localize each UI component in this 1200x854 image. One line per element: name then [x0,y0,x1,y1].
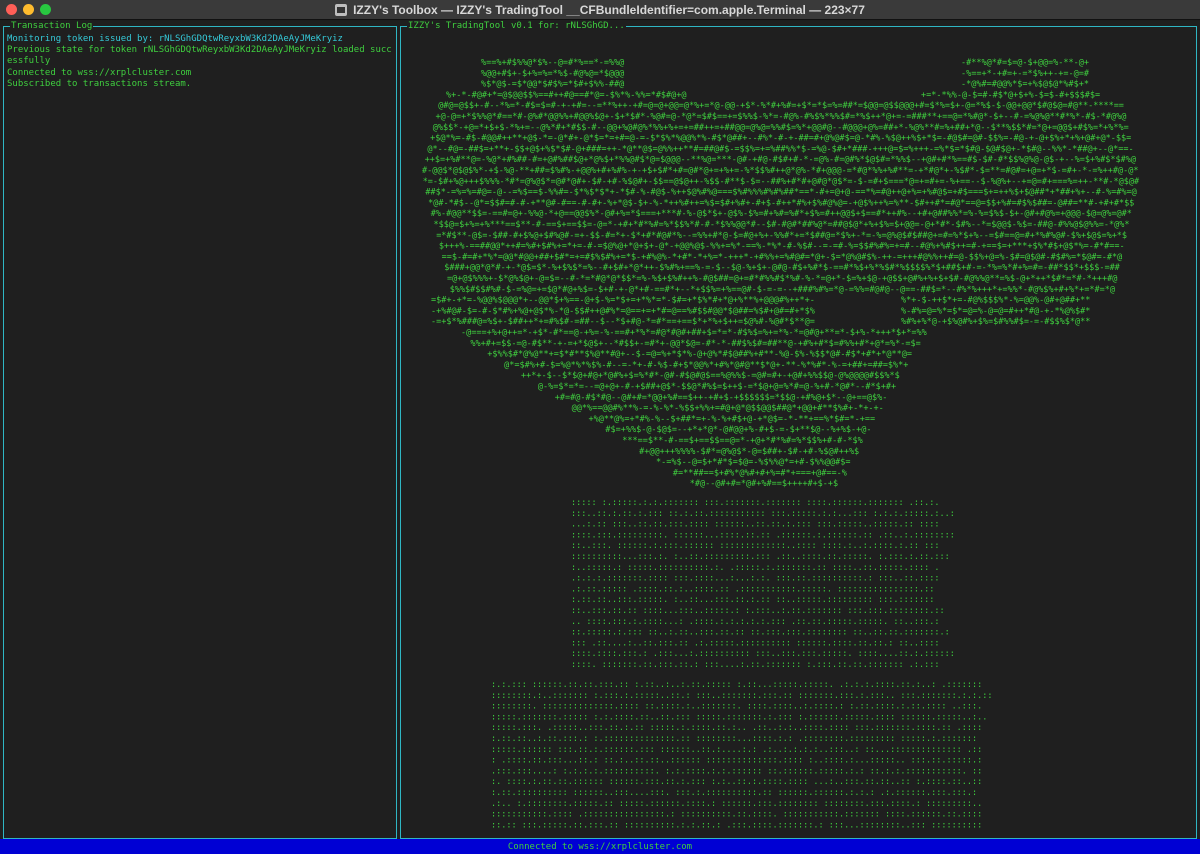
ascii-art-row: :.:.::: ::::::.::.::.:::.:: :.::..:..:.:… [491,680,982,690]
window-title-bar[interactable]: IZZY's Toolbox — IZZY's TradingTool __CF… [0,0,1200,20]
ascii-art-row: *=-$#+%@+++$%%%-*#*=@%@$*=@#*@#+-$#-+#-%… [423,177,1140,187]
log-line: Monitoring token issued by: rNLSGhGDQtwR… [7,34,343,44]
ascii-art-row: =*#$**-@$=-$##-#+$%@+$#%@#-=+-$$-#=*+-$*… [436,231,1127,241]
ascii-art-row: : .::::.::.:::...::.: ::.:..::.::..:::::… [491,756,982,766]
ascii-art-row: @%$$*-+@=*+$+$-*%+=--@%*#+*#$$-#--@@+%@#… [433,123,1129,133]
ascii-art-row: -#**%@*#=$=@-$+@@=%-**-@+ [961,58,1089,68]
ascii-art-row: +=*-*%%-@-$=#-#$*@+$+%-$=$-#+$$$#$= [921,90,1100,100]
ascii-art-row: ::::::::.:..::::::: :.:::.:.:::::..::.: … [491,691,993,701]
ascii-art-row: #%-#@@**$$=-==#=@+-%%@-*+@==@@$%*-@#+%=*… [431,209,1132,219]
ascii-art-row: :::::.:::::: :::.::.:.::::::.::: ::::::.… [491,745,982,755]
ascii-art-row: %+-*-#@#+*=@$@@$$%==#++#@==#*@=-$%*%-%%=… [446,90,687,100]
ascii-art-area: %==%+#$%%@*$%--@=#*%==*-=%%@ -#**%@*#=$=@… [401,27,1196,838]
ascii-art-row: :::..::.:.::.:.::: ::.:.::.::::::::::: :… [571,509,955,519]
ascii-art-row: ::.:: :::.:::::.::.:::.:: ::::::::::.:.:… [491,820,982,830]
ascii-art-row: =@+@$%%%+-$*@%$@+-@=$=--#-*=*#@*@*$$*=%-… [447,274,1117,284]
transaction-log-panel: Transaction Log Monitoring token issued … [3,20,397,839]
ascii-art-row: ::::::::::...:::.:. :..::.:::::::::.::: … [571,552,950,562]
ascii-art-row: #-@@$*@$@$%*-+$-%@-**+##=$%#%-+@@%+#+%#%… [422,166,1138,176]
close-window-button[interactable] [6,4,17,15]
ascii-art-row: *#@--@#+#=*@#+%#==$++++#+$-+$ [690,479,838,489]
ascii-art-row: $%%$#$$#%#-$-=%@=+=$@*#@+%$=-$+#-+-@*+#-… [450,285,1115,295]
ascii-art-row: %*+-$-++$*+=-#@%$$$%*-%=@@%-@#+@##+** [901,296,1090,306]
ascii-art-row: #=**##==$+#%*@%#+#+%=#*+===+@#==-% [673,468,847,478]
ascii-art-row: ++$=+%#**@=-%@*+#%##-#=+@#%##$@+*@%$+*%%… [425,155,1136,165]
ascii-art-row: ++*+-$--$*$@+#@+*@#%+$=%*#*-@#-#$@#@$==%… [521,371,900,381]
ascii-art-row: :::::.:::. .:::::..:::.::.:.:: :::::.:.:… [491,723,982,733]
ascii-art-row: +$@*%=-#$-#@@#++**+@$-*=-@*#+-@*$=*=+#=@… [430,134,1131,144]
ascii-art-row: +@-@=+*$%%@*#==*#-@%#*@@%%+#@@%$@+-$+*$#… [436,112,1127,122]
ascii-art-row: %$*@$-=$*@@*$#$%=*$#+$%%-##@ [481,80,624,90]
window-title: IZZY's Toolbox — IZZY's TradingTool __CF… [353,2,865,17]
ascii-art-row: *@#-*#$--@*=$$#=#-#-+**@#-#==-#-#+-%+*@$… [428,198,1134,208]
ascii-art-row: :::::::::::.:::: .::::::::::::::::.: :::… [491,810,982,820]
ascii-art-row: .:.. :.::::::::.:::::.:: :::::.::::::.::… [491,799,982,809]
transaction-log-lines: Monitoring token issued by: rNLSGhGDQtwR… [7,34,392,90]
ascii-art-row: ::.:::::.:.::: ::..:.::..:::.::.:: ::.::… [571,628,950,638]
ascii-art-row: :..:::::.: :::::.::::::::::.:. .:::::.:.… [571,563,939,573]
maximize-window-button[interactable] [40,4,51,15]
ascii-art-row: @*=$#%+#-$=%@*%*%$%-#--=-*+-#-%$-#+$*@@%… [504,360,908,370]
ascii-art-row: #$=+%%$-@-$@$=--+*+*@*-@#@@+%-#+$-=-$+**… [605,425,871,435]
ascii-art-row: :::::.:::::::.::::: :.:.::::.::..::.::: … [491,712,987,722]
ascii-art-row: $+++%-==##@@*++#=%#+$#%+=*+=-#-=$@%@+*@+… [439,242,1125,252]
ascii-art-row: -=+$*%###@=%$+-$##++*+=#%$#-=##--$--*$+#… [431,317,815,327]
status-bar-text: Connected to wss://xrplcluster.com [507,841,693,852]
status-bar: Connected to wss://xrplcluster.com [0,839,1200,854]
ascii-art-row: ::::.::::.:::.: .:::...:.:::::::::: :::.… [571,649,955,659]
trading-tool-panel: IZZY's TradingTool v0.1 for: rNLSGhGD...… [400,20,1197,839]
ascii-art-row: @-%=$*=*=--=@+@+-#-+$##+@$*-$$@*#%$=$++$… [538,382,896,392]
ascii-art-row: +%@**@%=+*#%-%--$+##*=+-%-%+#$+@-+*@$=-*… [589,414,876,424]
ascii-art-row: @*--#@=-##$=+**+-$$+@$+%$*$#-@+###=++-*@… [427,144,1133,154]
ascii-art-row: %-#%=@=%*=$*=@=%-@=@=#++*#@-+-*%@%$#* [901,306,1090,316]
ascii-art-row: ::::.:::.:::::::::. ::::::...::::.::.:: … [571,530,955,540]
ascii-art-row: ::..:::. ::::::.:.:::.:::::: :::::::::::… [571,541,939,551]
ascii-art-row: -@===+%+@++=*-+$*-#*==@-+%=-%-==#+*%*=#@… [461,328,927,338]
log-line: Subscribed to transactions stream. [7,78,192,89]
ascii-art-row: *$$@=$+%=+%***==$**-#-==$+==$$=-@=*-+#+*… [434,220,1130,230]
ascii-art-row: +$%%$#*@%@**+=$*#**$%@**#@+--$-=@=%+*$*%… [487,350,912,360]
ascii-art-row: %@@+#$+-$+%=%=*%$-#@%@=*$@@@ [481,69,624,79]
ascii-art-row: %%+#+=$$-=@-#$**-+-=+*$@$+--*#$$+-=#*+-@… [470,339,920,349]
ascii-art-row: :.::.::..:::.:::::. :..::...:::.::.:.:: … [571,595,934,605]
ascii-art-row: ...:.:: :::..::.::.:::.:::: ::::::..::.:… [571,520,939,530]
ascii-art-row: -+%#@#-$=-#-$*#%+%@+@$*%-*@-$$#++@#%*=@=… [431,306,815,316]
ascii-art-row: .:::.:::....: :.:.:.:.::::::::::. :.:.::… [491,766,982,776]
ascii-art-row: #+@@+++%%%%-$#*=@%@$*-@=$##+-$#-+#-%$@#+… [639,447,859,457]
terminal-folder-icon [335,3,348,16]
ascii-art-row: -*@%#=#@@%*$=+%$@$@*%#$+* [961,80,1089,90]
ascii-art-row: +#=#@-#$*#@--@#+#=*@@+%#==$++-+#+$-+$$$$… [555,393,888,403]
ascii-art-row: .:.:.:.:::::::.:::: :::.::::...:...:.:. … [571,574,939,584]
ascii-art-row: :.::.:::::::::: ::::::..:::....:::. :::.… [491,788,977,798]
ascii-art-row: :. ::::.:.::.::.:::::: ::::::.:::.::.:.:… [491,777,982,787]
ascii-art-row: ::..:::.::.:: ::::...:::..:::::.: :.:::.… [571,606,945,616]
ascii-art-row: :.::.::..:.::.:::.: :.::::::::::::::.:: … [491,734,977,744]
ascii-art-row: ::::::::. ::::::::::::::.:::: ::.::::.:.… [491,702,982,712]
ascii-art-row: =$#+-+*=-%@@%$@@@*+--@@*$+%==-@+$-%=*$+=… [431,296,815,306]
ascii-art-row: ::: .::....:..::.:::.:: .:.:::::.:::::::… [571,638,939,648]
ascii-art-row: .. ::::.:::.:.::::...: .::::.:.:.:.:.:.:… [571,617,939,627]
log-line: Connected to wss://xrplcluster.com [7,67,192,78]
ascii-art-row: $###+@@*@*#-+-*@$=$*-%+$%$*=%--#+$#+*@*+… [444,263,1120,273]
ascii-art-row: @#@=@$$+-#--*%=*-#$=$=#-+-+#=--=**%++-+#… [438,101,1124,111]
ascii-art-row: ==$-#=#+*%*=@@*#@@+##+$#*=+=#$%$#%+=*$-+… [442,252,1123,262]
ascii-art-row: *-=%$--@=$+*#*$=$@=-%$%%@*=+#-$%%@@#$= [656,458,850,468]
ascii-art-row: -%==+*-+#=+-=*$%++-+=-@=# [961,69,1090,79]
ascii-art-row: .:.::.::::: .::::.::.:..::::.:: .:::::::… [571,584,934,594]
ascii-art-row: @@*%==@@#%**%-=-%-%*-%$$+%%+=#@+@*@$$@@$… [572,404,884,414]
window-controls [6,4,51,15]
ascii-art-logo: %==%+#$%%@*$%--@=#*%==*-=%%@ -#**%@*#=$=@… [422,58,1140,830]
log-line: Previous state for token rNLSGhGDQtwReyx… [7,45,392,67]
ascii-art-row: ::::: :.:::::.:.:.::::::: :::.:::::::.::… [571,498,939,508]
minimize-window-button[interactable] [23,4,34,15]
ascii-art-row: ##$*-=%=%=#@=-@--=%$==$-%%#=-$*%$*$*+-*$… [425,188,1136,198]
ascii-art-row: ::::. :::::::.::.:::.::.: :::....:.::.::… [571,660,939,670]
transaction-log-title: Transaction Log [10,20,94,32]
terminal-content[interactable]: Transaction Log Monitoring token issued … [0,20,1200,839]
ascii-art-row: ***==$**-#-==$+==$$==@=*-+@+*#*%#=%*$$%+… [622,436,863,446]
ascii-art-row: %==%+#$%%@*$%--@=#*%==*-=%%@ [481,58,624,68]
ascii-art-row: %#%+%*@-+$%@#%+$%=$#%%#$=-=-#$$%$*@** [901,317,1090,327]
